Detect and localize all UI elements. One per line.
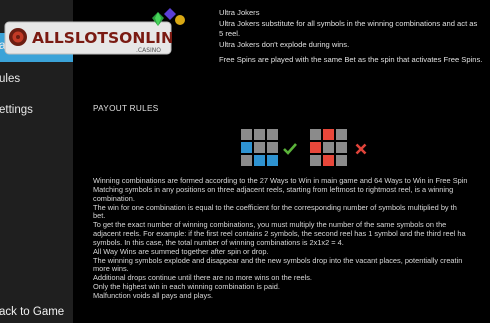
valid-combination-grid bbox=[241, 129, 278, 166]
ultra-jokers-text: Ultra Jokers don't explode during wins. bbox=[219, 39, 350, 49]
ultra-jokers-title: Ultra Jokers bbox=[219, 8, 260, 17]
rule-line: The winning symbols explode and disappea… bbox=[93, 255, 463, 265]
ultra-jokers-section: Ultra Jokers Ultra Jokers substitute for… bbox=[219, 8, 490, 50]
free-spins-text: Free Spins are played with the same Bet … bbox=[219, 55, 483, 64]
back-to-game-label: ack to Game bbox=[0, 306, 65, 318]
payout-rules-title: PAYOUT RULES bbox=[93, 104, 159, 113]
logo-subtext: .CASINO bbox=[136, 47, 161, 54]
rule-line: The win for one combination is equal to … bbox=[93, 202, 457, 212]
rule-line: Matching symbols in any positions on thr… bbox=[93, 184, 454, 194]
ultra-jokers-text: 5 reel. bbox=[219, 29, 241, 39]
sidebar-item-settings[interactable]: ettings bbox=[0, 104, 73, 116]
logo-text: ALLSLOTSONLINE bbox=[32, 29, 172, 47]
ultra-joker-symbol-icon bbox=[152, 8, 185, 26]
sidebar-item-label: ettings bbox=[0, 104, 33, 116]
rule-line: Malfunction voids all pays and plays. bbox=[93, 290, 213, 300]
invalid-combination-grid bbox=[310, 129, 347, 166]
payout-rules-text: Winning combinations are formed accordin… bbox=[93, 176, 490, 301]
ultra-jokers-text: Ultra Jokers substitute for all symbols … bbox=[219, 18, 478, 28]
sidebar-item-rules[interactable]: ules bbox=[0, 73, 73, 85]
back-to-game-button[interactable]: ack to Game bbox=[0, 306, 73, 318]
casino-logo: ALLSLOTSONLINE .CASINO bbox=[4, 21, 172, 55]
sidebar-item-label: ules bbox=[0, 73, 21, 85]
cross-icon bbox=[355, 143, 367, 155]
check-icon bbox=[283, 143, 297, 155]
